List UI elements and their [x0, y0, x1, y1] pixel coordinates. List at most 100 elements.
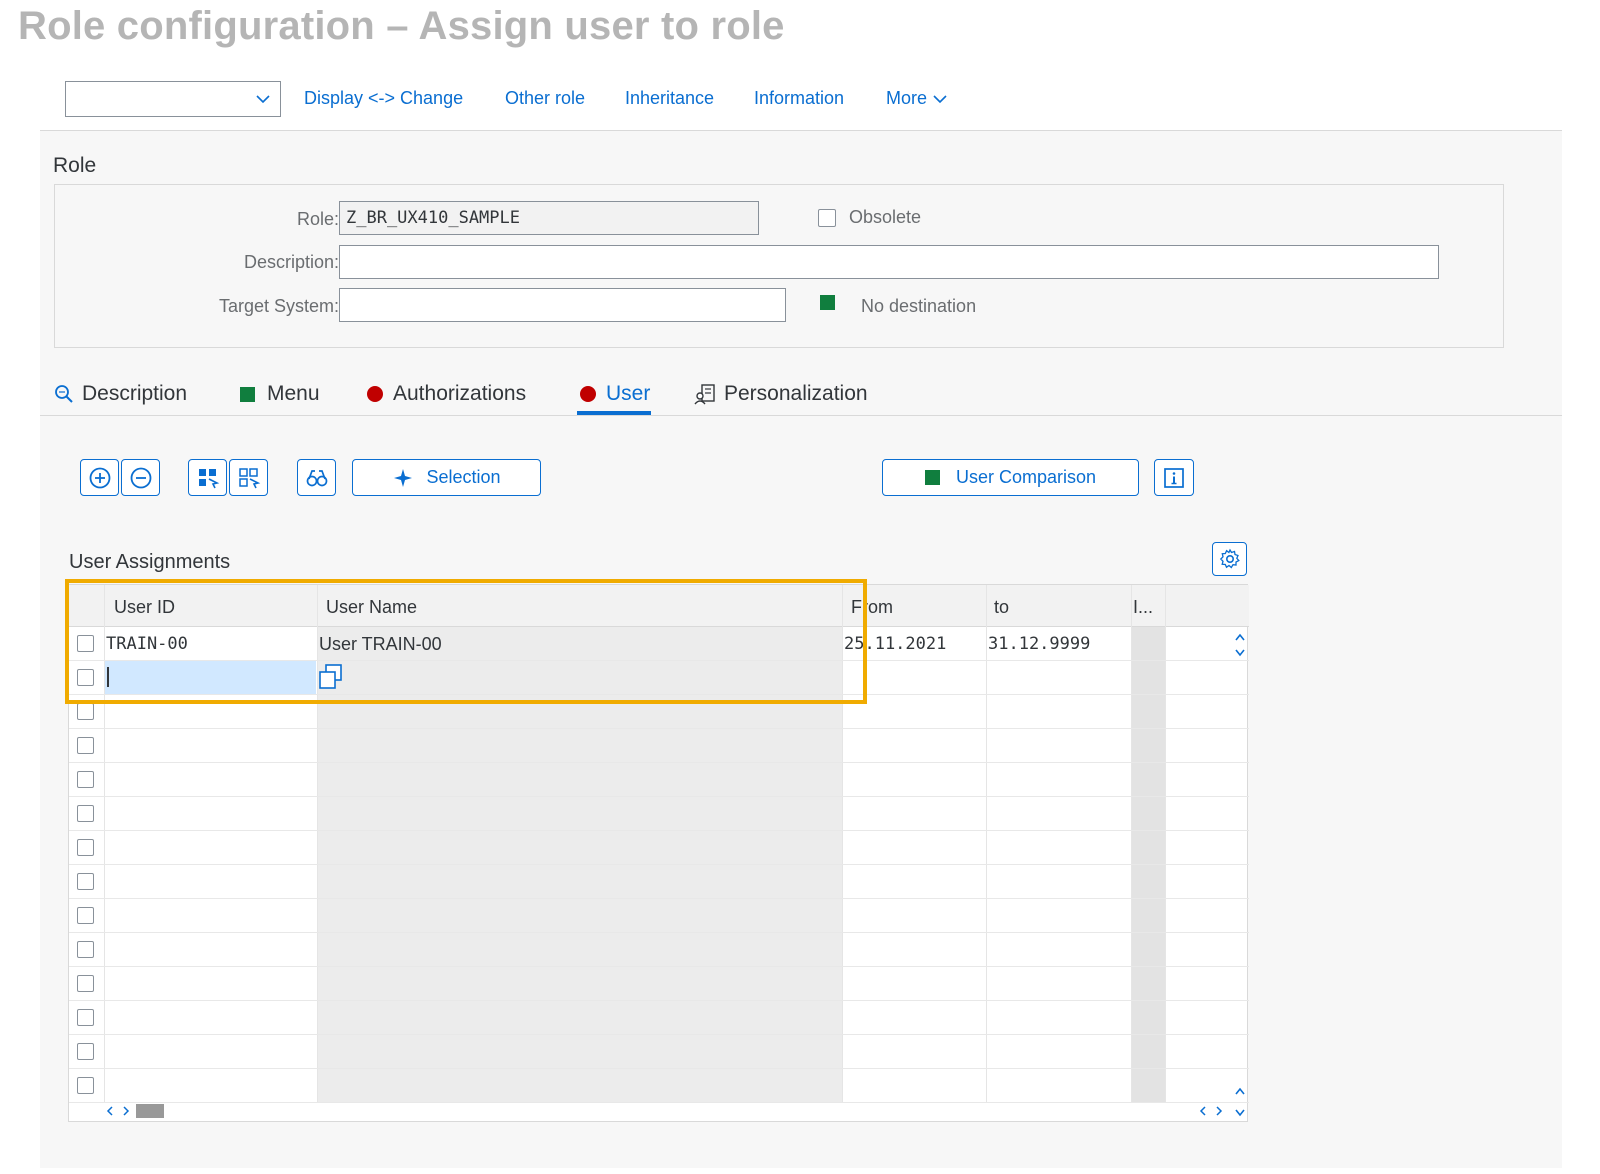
authorizations-status-icon	[367, 386, 383, 403]
row-select-checkbox[interactable]	[77, 907, 94, 924]
row-select-checkbox[interactable]	[77, 975, 94, 992]
table-row[interactable]	[69, 1035, 1249, 1069]
scroll-left-right-icon[interactable]	[104, 1104, 134, 1118]
table-row[interactable]	[69, 865, 1249, 899]
target-system-label: Target System:	[218, 296, 339, 316]
col-user-name[interactable]: User Name	[326, 597, 417, 618]
table-row[interactable]	[69, 1001, 1249, 1035]
deselect-all-button[interactable]	[229, 459, 268, 496]
row-select-checkbox[interactable]	[77, 737, 94, 754]
target-system-field[interactable]	[339, 288, 786, 322]
destination-status-text: No destination	[861, 296, 977, 316]
description-field[interactable]	[339, 245, 1439, 279]
row-select-checkbox[interactable]	[77, 771, 94, 788]
menu-status-icon	[240, 386, 255, 402]
table-row[interactable]	[69, 933, 1249, 967]
table-row[interactable]	[69, 899, 1249, 933]
tab-bar: Description Menu Authorizations User Per…	[40, 371, 1562, 416]
cell-from[interactable]: 25.11.2021	[844, 634, 946, 654]
tab-personalization[interactable]: Personalization	[694, 382, 868, 406]
row-select-checkbox[interactable]	[77, 941, 94, 958]
tab-description-label: Description	[82, 382, 188, 405]
toolbar: Display <-> Change Other role Inheritanc…	[40, 66, 1562, 131]
user-id-input[interactable]	[105, 661, 316, 694]
obsolete-label: Obsolete	[849, 207, 922, 227]
table-row[interactable]	[69, 1069, 1249, 1103]
table-settings-button[interactable]	[1212, 542, 1247, 576]
select-all-button[interactable]	[188, 459, 227, 496]
tab-personalization-label: Personalization	[724, 382, 868, 405]
personalization-icon	[694, 384, 715, 405]
binoculars-icon	[306, 469, 327, 486]
table-row[interactable]	[69, 797, 1249, 831]
chevron-down-icon	[256, 95, 270, 104]
tab-authorizations-label: Authorizations	[393, 382, 527, 405]
col-indicator[interactable]: I...	[1133, 597, 1153, 618]
scroll-up-icon[interactable]	[1233, 631, 1247, 659]
selection-icon	[394, 468, 413, 487]
more-menu-label: More	[886, 88, 928, 108]
cell-user-id[interactable]: TRAIN-00	[106, 634, 188, 654]
tab-authorizations[interactable]: Authorizations	[367, 382, 526, 406]
information-link[interactable]: Information	[754, 88, 844, 109]
table-row[interactable]	[69, 967, 1249, 1001]
inheritance-link[interactable]: Inheritance	[625, 88, 714, 109]
info-icon	[1164, 467, 1184, 488]
sap-app: Display <-> Change Other role Inheritanc…	[40, 66, 1562, 1168]
cell-to[interactable]: 31.12.9999	[988, 634, 1090, 654]
table-row[interactable]	[69, 763, 1249, 797]
more-menu[interactable]: More	[886, 88, 949, 109]
row-select-checkbox[interactable]	[77, 873, 94, 890]
role-section: Role: Z_BR_UX410_SAMPLE Obsolete Descrip…	[54, 184, 1504, 348]
tab-menu[interactable]: Menu	[240, 382, 320, 406]
active-tab-indicator	[577, 411, 651, 415]
display-change-link[interactable]: Display <-> Change	[304, 88, 463, 109]
chevron-down-icon	[933, 95, 947, 104]
user-comparison-button[interactable]: User Comparison	[882, 459, 1139, 496]
row-select-checkbox[interactable]	[77, 669, 94, 686]
tab-menu-label: Menu	[267, 382, 320, 405]
row-select-checkbox[interactable]	[77, 635, 94, 652]
info-button[interactable]	[1154, 459, 1194, 496]
col-to[interactable]: to	[994, 597, 1009, 618]
row-select-checkbox[interactable]	[77, 1043, 94, 1060]
table-row[interactable]	[69, 695, 1249, 729]
row-select-checkbox[interactable]	[77, 839, 94, 856]
user-assignments-table: User ID User Name From to I... TRAIN-00 …	[68, 584, 1249, 1122]
select-all-icon	[198, 468, 219, 488]
role-section-title: Role	[53, 154, 97, 177]
gear-icon	[1219, 548, 1240, 569]
role-field[interactable]: Z_BR_UX410_SAMPLE	[339, 201, 759, 235]
plus-circle-icon	[89, 467, 110, 488]
insert-row-button[interactable]	[80, 459, 119, 496]
scroll-left-right-icon[interactable]	[1197, 1104, 1227, 1118]
table-row[interactable]: TRAIN-00 User TRAIN-00 25.11.2021 31.12.…	[69, 627, 1249, 661]
row-select-checkbox[interactable]	[77, 805, 94, 822]
table-row[interactable]	[69, 831, 1249, 865]
user-status-icon	[580, 386, 596, 403]
obsolete-checkbox[interactable]	[818, 209, 836, 227]
table-header: User ID User Name From to I...	[69, 585, 1249, 627]
deselect-all-icon	[238, 467, 260, 488]
row-select-checkbox[interactable]	[77, 1077, 94, 1094]
toolbar-select[interactable]	[65, 81, 281, 117]
page-title: Role configuration – Assign user to role	[18, 4, 785, 48]
row-select-checkbox[interactable]	[77, 703, 94, 720]
table-row[interactable]	[69, 729, 1249, 763]
destination-status-icon	[820, 295, 835, 310]
tab-description[interactable]: Description	[54, 382, 187, 406]
tab-user[interactable]: User	[580, 382, 650, 406]
col-user-id[interactable]: User ID	[114, 597, 175, 618]
selection-button[interactable]: Selection	[352, 459, 541, 496]
delete-row-button[interactable]	[121, 459, 160, 496]
tab-user-label: User	[606, 382, 651, 405]
find-button[interactable]	[297, 459, 336, 496]
other-role-link[interactable]: Other role	[505, 88, 585, 109]
row-select-checkbox[interactable]	[77, 1009, 94, 1026]
horizontal-scroll-thumb[interactable]	[136, 1104, 164, 1118]
value-help-icon[interactable]	[318, 663, 344, 691]
scroll-down-icon[interactable]	[1233, 1085, 1247, 1119]
col-from[interactable]: From	[851, 597, 893, 618]
user-comparison-status-icon	[924, 470, 940, 485]
minus-circle-icon	[130, 467, 151, 488]
